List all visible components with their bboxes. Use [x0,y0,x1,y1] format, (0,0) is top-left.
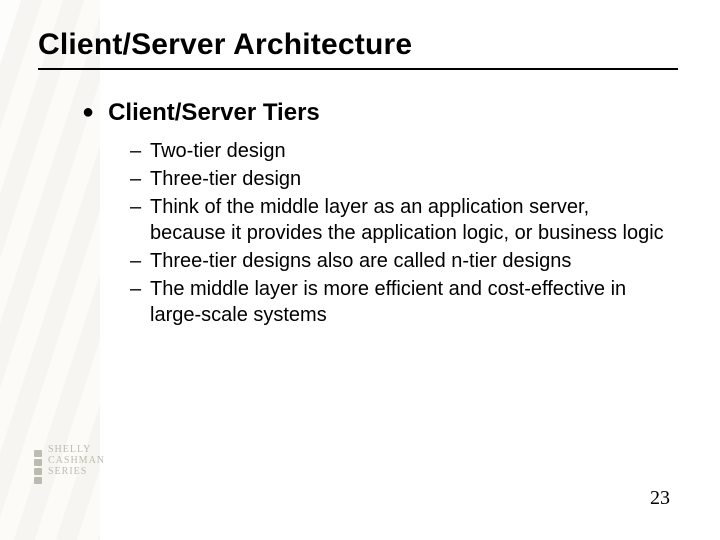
page-number: 23 [650,487,670,510]
list-item-text: Three-tier designs also are called n-tie… [150,248,571,274]
dash-icon: – [130,276,150,302]
bullet-item: ● Client/Server Tiers [90,98,670,128]
bullet-label: Client/Server Tiers [108,98,320,128]
dash-icon: – [130,166,150,192]
dash-icon: – [130,138,150,164]
content-area: ● Client/Server Tiers – Two-tier design … [90,98,670,330]
list-item: – The middle layer is more efficient and… [130,276,670,328]
slide: Client/Server Architecture ● Client/Serv… [0,0,720,540]
list-item: – Three-tier design [130,166,670,192]
logo-line1: SHELLY [48,444,91,455]
series-logo: SHELLY CASHMAN SERIES [34,444,108,504]
list-item-text: Three-tier design [150,166,301,192]
slide-title: Client/Server Architecture [38,28,412,62]
list-item-text: The middle layer is more efficient and c… [150,276,670,328]
dash-icon: – [130,248,150,274]
title-underline [38,68,678,70]
logo-bars-icon [34,450,42,486]
logo-line2: CASHMAN [48,455,105,466]
sub-list: – Two-tier design – Three-tier design – … [130,138,670,328]
logo-text: SHELLY CASHMAN SERIES [48,444,105,477]
list-item: – Two-tier design [130,138,670,164]
list-item: – Three-tier designs also are called n-t… [130,248,670,274]
dash-icon: – [130,194,150,220]
logo-line3: SERIES [48,466,87,477]
list-item-text: Two-tier design [150,138,286,164]
list-item: – Think of the middle layer as an applic… [130,194,670,246]
list-item-text: Think of the middle layer as an applicat… [150,194,670,246]
bullet-marker: ● [82,98,94,126]
